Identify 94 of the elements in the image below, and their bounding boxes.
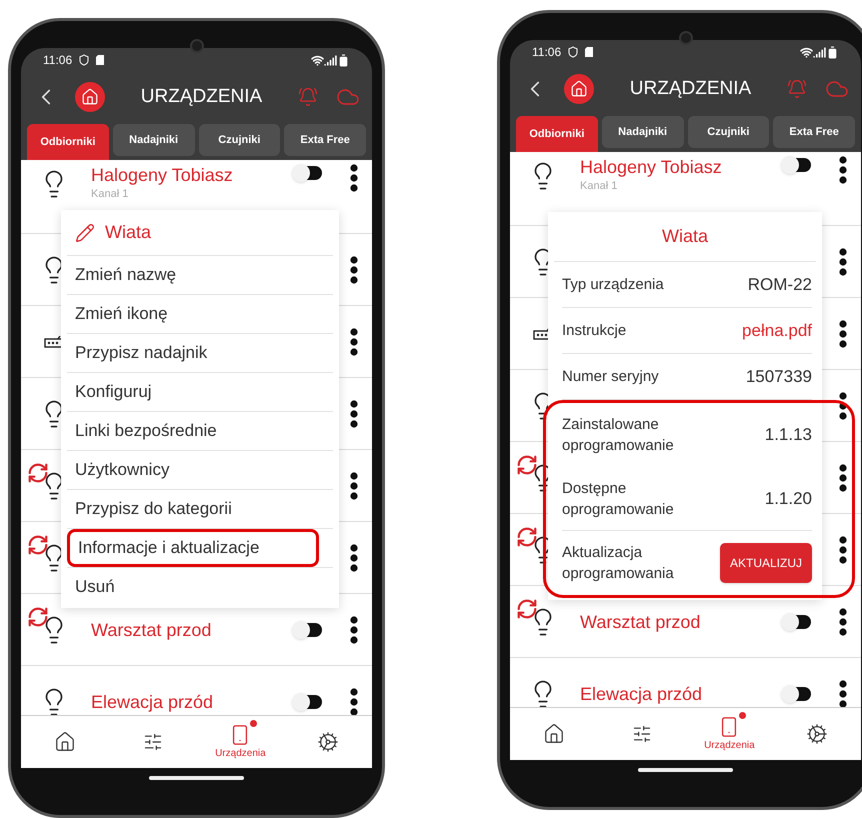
more-options-icon[interactable]: [350, 400, 358, 428]
battery-icon: [337, 54, 350, 66]
sync-icon: [27, 534, 49, 556]
info-label: Dostępne oprogramowanie: [562, 478, 675, 520]
channel-label: Kanał 1: [580, 179, 618, 194]
menu-item[interactable]: Użytkownicy: [67, 451, 333, 489]
remote-control-icon: [142, 732, 163, 752]
device-name: Elewacja przód: [91, 690, 214, 712]
sync-icon: [27, 606, 49, 628]
wifi-icon: [800, 46, 813, 58]
more-options-icon[interactable]: [350, 688, 358, 715]
device-name: Warsztat przod: [580, 610, 702, 632]
app-logo: [564, 74, 594, 104]
screen-title: URZĄDZENIA: [628, 76, 752, 101]
nav-label: Urządzenia: [215, 746, 266, 760]
device-name: Halogeny Tobiasz: [580, 156, 723, 178]
more-options-icon[interactable]: [839, 392, 847, 420]
more-options-icon[interactable]: [350, 164, 358, 192]
tab[interactable]: Czujniki: [198, 124, 280, 156]
info-label: Zainstalowane oprogramowanie: [562, 415, 675, 456]
more-options-icon[interactable]: [350, 472, 358, 500]
info-value: ROM-22: [748, 274, 812, 296]
manual-link[interactable]: pełna.pdf: [742, 318, 812, 344]
menu-item[interactable]: Informacje i aktualizacje: [67, 529, 319, 567]
menu-item[interactable]: Zmień ikonę: [67, 295, 333, 333]
info-label: Numer seryjny: [562, 367, 660, 387]
more-options-icon[interactable]: [350, 544, 358, 572]
menu-item[interactable]: Usuń: [67, 568, 333, 606]
tab[interactable]: Odbiorniki: [516, 116, 598, 152]
menu-item[interactable]: Konfiguruj: [67, 373, 333, 411]
device-name: Elewacja przód: [580, 682, 704, 704]
app-logo: [75, 82, 105, 112]
tab[interactable]: Exta Free: [773, 116, 855, 148]
battery-icon: [826, 46, 839, 58]
info-label: Instrukcje: [562, 321, 628, 341]
info-label: Typ urządzenia: [562, 275, 665, 295]
toggle-switch[interactable]: [781, 156, 811, 174]
sync-icon: [27, 462, 49, 484]
sync-icon: [516, 526, 538, 548]
menu-item[interactable]: Zmień nazwę: [67, 256, 333, 294]
menu-item[interactable]: Linki bezpośrednie: [67, 412, 333, 450]
device-name: Warsztat przod: [91, 618, 212, 640]
tab[interactable]: Czujniki: [688, 116, 770, 148]
signal-icon: [324, 54, 337, 66]
more-options-icon[interactable]: [350, 616, 358, 644]
device-name: Halogeny Tobiasz: [91, 164, 234, 186]
channel-label: Kanał 1: [91, 187, 130, 202]
more-options-icon[interactable]: [839, 536, 847, 564]
more-options-icon[interactable]: [350, 256, 358, 284]
edit-icon: [75, 222, 95, 242]
sync-icon: [516, 598, 538, 620]
tab[interactable]: Nadajniki: [602, 116, 684, 148]
tab[interactable]: Nadajniki: [112, 124, 194, 156]
wifi-icon: [311, 54, 324, 66]
toggle-switch[interactable]: [781, 612, 811, 630]
shield-icon: [78, 54, 90, 66]
remote-control-icon: [632, 724, 652, 744]
nav-tab[interactable]: Urządzenia: [196, 724, 284, 760]
shield-icon: [567, 46, 580, 58]
toggle-switch[interactable]: [781, 684, 811, 702]
menu-title: Wiata: [105, 221, 152, 244]
more-options-icon[interactable]: [839, 320, 847, 348]
more-options-icon[interactable]: [839, 680, 847, 707]
settings-icon: [317, 731, 340, 753]
toggle-switch[interactable]: [292, 164, 322, 182]
nav-label: Urządzenia: [704, 738, 755, 752]
screen-title: URZĄDZENIA: [140, 84, 264, 109]
sd-card-icon: [96, 55, 104, 65]
status-time: 11:06: [43, 52, 72, 69]
info-label: Aktualizacja oprogramowania: [562, 543, 675, 584]
sync-icon: [516, 454, 538, 476]
toggle-switch[interactable]: [292, 692, 322, 710]
tab[interactable]: Exta Free: [284, 124, 366, 156]
more-options-icon[interactable]: [839, 464, 847, 492]
card-title: Wiata: [662, 225, 708, 248]
settings-icon: [806, 723, 828, 745]
home-icon: [542, 723, 565, 745]
more-options-icon[interactable]: [839, 608, 847, 636]
menu-item[interactable]: Przypisz do kategorii: [67, 490, 333, 528]
more-options-icon[interactable]: [839, 156, 847, 184]
signal-icon: [813, 46, 826, 58]
more-options-icon[interactable]: [350, 328, 358, 356]
home-icon: [54, 731, 76, 753]
menu-item[interactable]: Przypisz nadajnik: [67, 334, 333, 372]
info-value: 1.1.20: [764, 488, 812, 510]
tab[interactable]: Odbiorniki: [27, 124, 109, 160]
info-value: 1.1.13: [764, 424, 812, 446]
nav-tab[interactable]: Urządzenia: [686, 716, 774, 752]
more-options-icon[interactable]: [839, 248, 847, 276]
sd-card-icon: [585, 47, 594, 57]
update-button[interactable]: AKTUALIZUJ: [720, 543, 812, 583]
info-value: 1507339: [746, 366, 812, 388]
status-time: 11:06: [532, 44, 562, 61]
toggle-switch[interactable]: [292, 620, 322, 638]
